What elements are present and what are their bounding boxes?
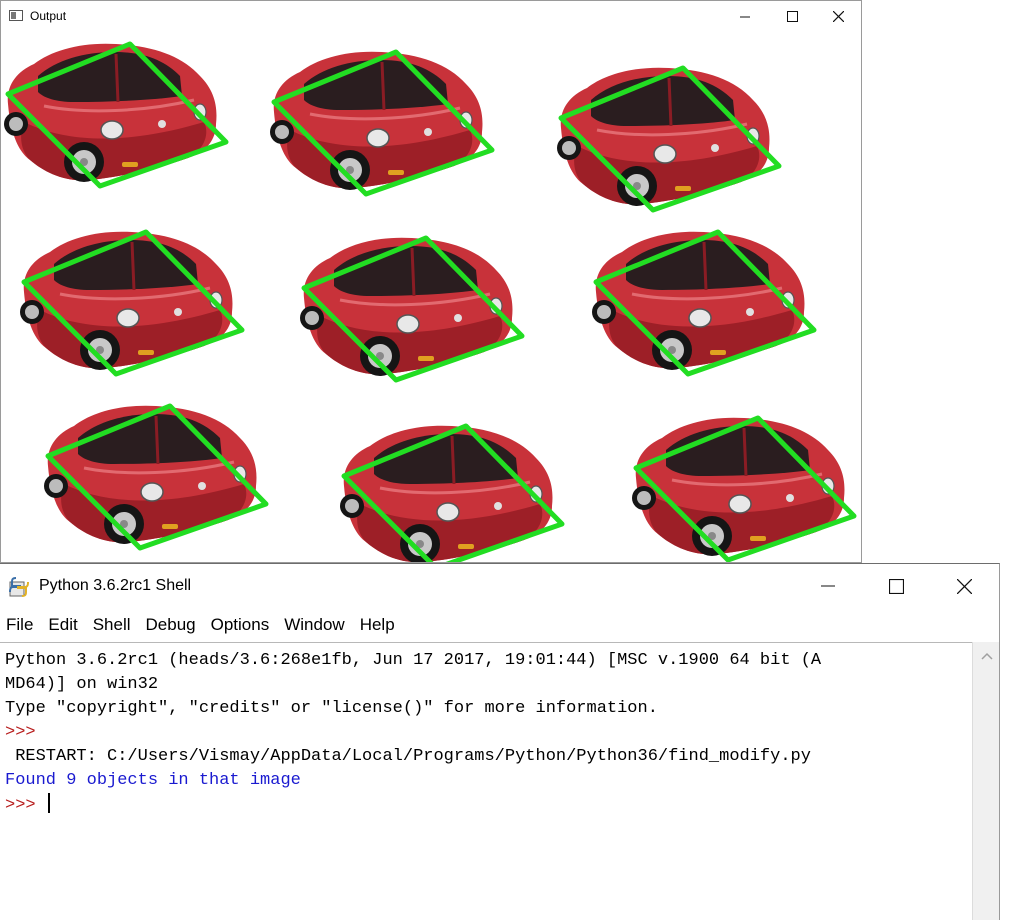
text-cursor <box>47 793 50 813</box>
detected-car <box>590 229 817 377</box>
shell-titlebar[interactable]: Python 3.6.2rc1 Shell <box>0 564 999 608</box>
shell-output: Python 3.6.2rc1 (heads/3.6:268e1fb, Jun … <box>5 649 969 818</box>
menu-shell[interactable]: Shell <box>87 615 131 635</box>
input-line[interactable]: >>> <box>5 793 969 818</box>
minimize-button[interactable] <box>722 1 768 32</box>
menu-window[interactable]: Window <box>278 615 344 635</box>
shell-window-title: Python 3.6.2rc1 Shell <box>39 577 192 594</box>
menu-file[interactable]: File <box>0 615 33 635</box>
car-image <box>2 42 218 184</box>
shell-minimize-button[interactable] <box>804 564 852 608</box>
menu-debug[interactable]: Debug <box>140 615 196 635</box>
menu-help[interactable]: Help <box>354 615 395 635</box>
shell-text-area[interactable]: Python 3.6.2rc1 (heads/3.6:268e1fb, Jun … <box>0 642 972 920</box>
restart-line: RESTART: C:/Users/Vismay/AppData/Local/P… <box>5 747 811 766</box>
detected-car <box>268 49 495 197</box>
close-icon <box>956 578 972 594</box>
car-image <box>268 50 484 192</box>
result-line: Found 9 objects in that image <box>5 771 301 790</box>
maximize-icon <box>888 578 904 594</box>
car-image <box>555 66 771 208</box>
prompt-line-2: >>> <box>5 796 46 815</box>
banner-line-3: Type "copyright", "credits" or "license(… <box>5 699 658 718</box>
prompt-line-1: >>> <box>5 723 46 742</box>
output-window: Output <box>0 0 862 563</box>
detected-car <box>42 403 269 551</box>
car-image <box>298 236 514 378</box>
menu-options[interactable]: Options <box>205 615 270 635</box>
detected-car <box>18 229 245 377</box>
menu-edit[interactable]: Edit <box>42 615 77 635</box>
chevron-up-icon <box>980 652 993 660</box>
banner-line-2: MD64)] on win32 <box>5 675 159 694</box>
window-edge-strip <box>861 346 862 563</box>
car-image <box>18 230 234 372</box>
vertical-scrollbar[interactable] <box>972 642 999 920</box>
shell-maximize-button[interactable] <box>872 564 920 608</box>
close-icon <box>832 11 844 22</box>
detected-car <box>630 415 857 562</box>
scroll-up-button[interactable] <box>973 642 1000 670</box>
output-image-canvas <box>2 32 861 562</box>
shell-window: Python 3.6.2rc1 Shell File Edit Shell De… <box>0 563 1000 920</box>
shell-close-button[interactable] <box>940 564 988 608</box>
detected-car <box>338 423 565 562</box>
minimize-icon <box>821 585 835 587</box>
maximize-icon <box>786 11 798 22</box>
car-image <box>338 424 554 562</box>
output-titlebar[interactable]: Output <box>1 1 861 32</box>
car-image <box>42 404 258 546</box>
banner-line-1: Python 3.6.2rc1 (heads/3.6:268e1fb, Jun … <box>5 651 822 670</box>
output-window-title: Output <box>30 9 67 23</box>
minimize-icon <box>740 16 750 17</box>
car-image <box>630 416 846 558</box>
close-button[interactable] <box>815 1 861 32</box>
window-app-icon <box>9 10 23 21</box>
menu-bar: File Edit Shell Debug Options Window Hel… <box>0 610 999 640</box>
detected-car <box>298 235 525 383</box>
detected-car <box>555 65 782 213</box>
maximize-button[interactable] <box>769 1 815 32</box>
car-image <box>590 230 806 372</box>
python-idle-icon <box>9 577 29 597</box>
detected-car <box>2 41 229 189</box>
detected-cars-image <box>2 41 857 562</box>
